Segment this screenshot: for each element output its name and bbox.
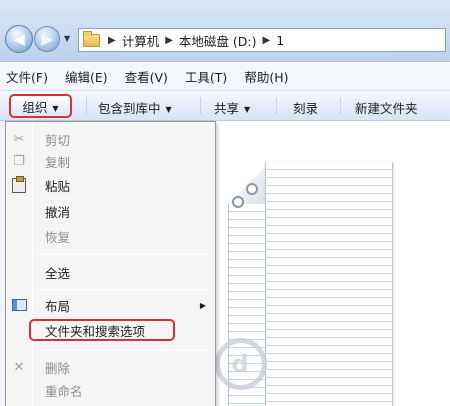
organize-dropdown-menu: ✂ 剪切 ❐ 复制 粘贴 撤消 恢复 全选 布局 ▶ 文件夹和搜索选项 ✕ 删除…: [5, 121, 216, 406]
menu-item-label: 剪切: [45, 132, 71, 148]
menu-item-delete[interactable]: ✕ 删除: [6, 356, 215, 378]
new-folder-button[interactable]: 新建文件夹: [355, 98, 418, 117]
layout-pane-icon: [11, 297, 27, 313]
command-bar: 组织 ▼ 包含到库中 ▼ 共享 ▼ 刻录 新建文件夹: [0, 91, 450, 121]
breadcrumb-computer[interactable]: 计算机: [122, 31, 160, 50]
binder-ring-icon: [246, 183, 258, 195]
share-button[interactable]: 共享 ▼: [214, 98, 250, 117]
include-in-library-button[interactable]: 包含到库中 ▼: [98, 98, 172, 117]
chevron-down-icon: ▼: [165, 105, 172, 114]
menu-item-select-all[interactable]: 全选: [6, 261, 215, 283]
menu-view[interactable]: 查看(V): [125, 67, 168, 86]
divider: [200, 97, 201, 115]
menu-separator: [36, 254, 212, 255]
menu-item-rename[interactable]: 重命名: [6, 379, 215, 401]
history-dropdown-icon[interactable]: ▼: [64, 34, 70, 43]
menu-item-label: 全选: [45, 265, 71, 281]
menu-separator: [36, 289, 212, 290]
organize-label: 组织: [22, 99, 48, 115]
menu-item-label: 重命名: [45, 383, 83, 399]
copy-icon: ❐: [13, 153, 25, 169]
menu-item-label: 布局: [45, 298, 71, 314]
menu-edit[interactable]: 编辑(E): [65, 67, 108, 86]
watermark-logo: d: [215, 322, 445, 406]
menu-file[interactable]: 文件(F): [6, 67, 48, 86]
submenu-arrow-icon: ▶: [199, 300, 206, 310]
menu-item-layout[interactable]: 布局 ▶: [6, 294, 215, 316]
divider: [340, 97, 341, 115]
forward-button[interactable]: ▶: [34, 26, 60, 52]
divider: [276, 97, 277, 115]
menu-item-undo[interactable]: 撤消: [6, 200, 215, 222]
delete-x-icon: ✕: [13, 359, 25, 375]
chevron-right-icon[interactable]: ▶: [165, 35, 173, 46]
menu-item-label: 撤消: [45, 204, 71, 220]
menu-item-paste[interactable]: 粘贴: [6, 174, 215, 196]
chevron-down-icon: ▼: [52, 103, 59, 113]
breadcrumb[interactable]: ▶ 计算机 ▶ 本地磁盘 (D:) ▶ 1: [78, 28, 446, 52]
watermark-badge-icon: d: [215, 338, 267, 390]
menu-item-cut[interactable]: ✂ 剪切: [6, 128, 215, 150]
chevron-right-icon[interactable]: ▶: [108, 35, 116, 46]
include-in-library-label: 包含到库中: [98, 101, 161, 116]
clipboard-icon: [11, 175, 27, 193]
burn-button[interactable]: 刻录: [293, 98, 318, 117]
menu-separator: [36, 350, 212, 351]
menu-item-label: 粘贴: [45, 178, 71, 194]
menu-item-label: 删除: [45, 360, 71, 376]
menu-help[interactable]: 帮助(H): [244, 67, 288, 86]
binder-ring-icon: [232, 196, 244, 208]
menu-item-label: 复制: [45, 154, 71, 170]
scissors-icon: ✂: [13, 131, 25, 147]
folder-options-highlight: [29, 319, 175, 341]
share-label: 共享: [214, 101, 240, 116]
chevron-down-icon: ▼: [244, 105, 251, 114]
menu-item-label: 恢复: [45, 229, 71, 245]
menu-tools[interactable]: 工具(T): [185, 67, 227, 86]
menu-item-copy[interactable]: ❐ 复制: [6, 150, 215, 172]
menu-item-redo[interactable]: 恢复: [6, 225, 215, 247]
back-arrow-icon: ◀: [13, 30, 25, 48]
back-button[interactable]: ◀: [5, 25, 33, 53]
chevron-right-icon[interactable]: ▶: [263, 35, 271, 46]
address-bar-area: ◀ ▶ ▼ ▶ 计算机 ▶ 本地磁盘 (D:) ▶ 1: [0, 0, 450, 62]
organize-button[interactable]: 组织 ▼: [9, 94, 72, 118]
forward-arrow-icon: ▶: [41, 30, 53, 48]
breadcrumb-folder[interactable]: 1: [276, 33, 284, 48]
folder-icon: [83, 30, 100, 47]
breadcrumb-drive[interactable]: 本地磁盘 (D:): [179, 31, 257, 50]
menu-bar: 文件(F) 编辑(E) 查看(V) 工具(T) 帮助(H): [0, 63, 450, 91]
divider: [86, 97, 87, 115]
